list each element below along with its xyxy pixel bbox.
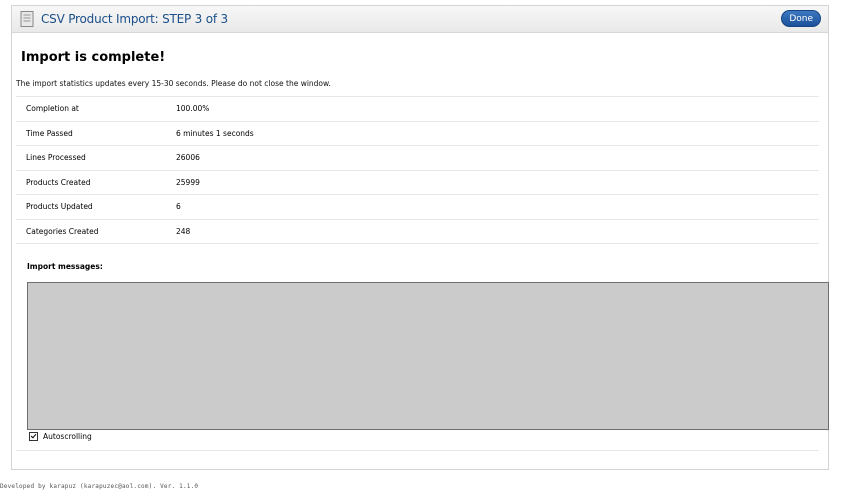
autoscroll-label: Autoscrolling <box>43 432 92 441</box>
divider <box>16 450 819 451</box>
stat-label: Categories Created <box>16 218 166 244</box>
stats-table: Completion at 100.00% Time Passed 6 minu… <box>16 96 819 244</box>
stat-label: Products Updated <box>16 194 166 219</box>
autoscroll-toggle[interactable]: Autoscrolling <box>29 432 92 441</box>
stat-value: 248 <box>166 218 819 244</box>
stat-value: 6 minutes 1 seconds <box>166 120 819 146</box>
stat-value: 25999 <box>166 169 819 195</box>
stat-label: Lines Processed <box>16 145 166 170</box>
messages-title: Import messages: <box>27 262 103 271</box>
stats-note: The import statistics updates every 15-3… <box>16 79 331 88</box>
table-row: Time Passed 6 minutes 1 seconds <box>16 120 819 146</box>
page-title: CSV Product Import: STEP 3 of 3 <box>41 12 228 26</box>
footer-credit: Developed by karapuz (karapuzec@aol.com)… <box>0 483 199 490</box>
table-row: Lines Processed 26006 <box>16 145 819 170</box>
table-row: Categories Created 248 <box>16 218 819 244</box>
stat-label: Time Passed <box>16 120 166 146</box>
stat-label: Products Created <box>16 169 166 195</box>
table-row: Completion at 100.00% <box>16 96 819 121</box>
stat-value: 26006 <box>166 145 819 170</box>
document-icon <box>20 11 34 27</box>
stat-value: 100.00% <box>166 96 819 121</box>
table-row: Products Updated 6 <box>16 194 819 219</box>
status-heading: Import is complete! <box>21 50 166 65</box>
import-messages-box[interactable] <box>27 282 829 430</box>
stat-value: 6 <box>166 194 819 219</box>
panel-header: CSV Product Import: STEP 3 of 3 Done <box>12 6 828 33</box>
stat-label: Completion at <box>16 96 166 121</box>
done-button[interactable]: Done <box>781 10 821 27</box>
autoscroll-checkbox[interactable] <box>29 432 38 441</box>
table-row: Products Created 25999 <box>16 169 819 195</box>
